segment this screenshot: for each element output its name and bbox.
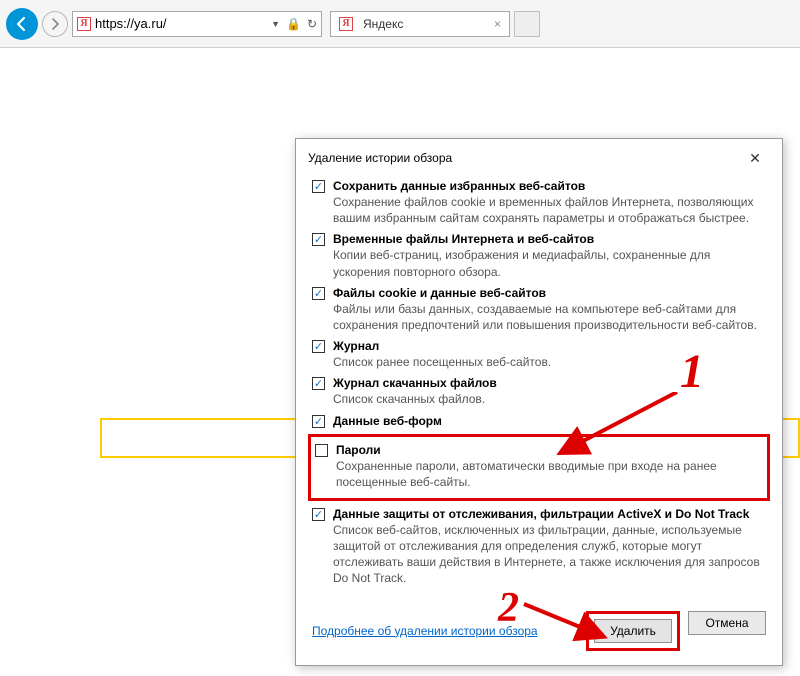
url-text: https://ya.ru/ [95, 16, 271, 31]
option-tracking-protection: Данные защиты от отслеживания, фильтраци… [312, 507, 766, 587]
option-preserve-favorites: Сохранить данные избранных веб-сайтов Со… [312, 179, 766, 226]
option-cookies: Файлы cookie и данные веб-сайтов Файлы и… [312, 286, 766, 333]
dropdown-icon[interactable]: ▼ [271, 19, 280, 29]
annotation-arrow-2 [522, 602, 612, 642]
new-tab-button[interactable] [514, 11, 540, 37]
browser-toolbar: Я https://ya.ru/ ▼ 🔒 ↻ Я Яндекс × [0, 0, 800, 48]
option-title: Данные веб-форм [333, 414, 766, 428]
refresh-icon[interactable]: ↻ [307, 17, 317, 31]
tab-title: Яндекс [363, 17, 488, 31]
option-temp-files: Временные файлы Интернета и веб-сайтов К… [312, 232, 766, 279]
address-bar[interactable]: Я https://ya.ru/ ▼ 🔒 ↻ [72, 11, 322, 37]
option-title: Временные файлы Интернета и веб-сайтов [333, 232, 766, 246]
option-desc: Сохранение файлов cookie и временных фай… [333, 194, 766, 226]
delete-history-dialog: Удаление истории обзора ✕ Сохранить данн… [295, 138, 783, 666]
browser-tab[interactable]: Я Яндекс × [330, 11, 510, 37]
dialog-title: Удаление истории обзора [308, 151, 452, 165]
checkbox-passwords[interactable] [315, 444, 328, 457]
option-desc: Файлы или базы данных, создаваемые на ко… [333, 301, 766, 333]
option-title: Сохранить данные избранных веб-сайтов [333, 179, 766, 193]
option-title: Пароли [336, 443, 763, 457]
site-favicon: Я [77, 17, 91, 31]
tab-close-icon[interactable]: × [494, 17, 501, 31]
tab-favicon: Я [339, 17, 353, 31]
annotation-arrow-1 [552, 392, 682, 472]
annotation-number-1: 1 [680, 344, 704, 399]
option-desc: Сохраненные пароли, автоматически вводим… [336, 458, 763, 490]
checkbox-tracking-protection[interactable] [312, 508, 325, 521]
checkbox-cookies[interactable] [312, 287, 325, 300]
annotation-number-2: 2 [498, 584, 519, 632]
option-form-data: Данные веб-форм [312, 414, 766, 428]
checkbox-form-data[interactable] [312, 415, 325, 428]
address-icons: ▼ 🔒 ↻ [271, 17, 317, 31]
checkbox-download-history[interactable] [312, 377, 325, 390]
option-desc: Список веб-сайтов, исключенных из фильтр… [333, 522, 766, 587]
dialog-close-button[interactable]: ✕ [740, 147, 770, 169]
option-passwords: Пароли Сохраненные пароли, автоматически… [315, 443, 763, 490]
lock-icon: 🔒 [286, 17, 301, 31]
cancel-button[interactable]: Отмена [688, 611, 766, 635]
forward-button[interactable] [42, 11, 68, 37]
checkbox-temp-files[interactable] [312, 233, 325, 246]
option-title: Данные защиты от отслеживания, фильтраци… [333, 507, 766, 521]
option-title: Файлы cookie и данные веб-сайтов [333, 286, 766, 300]
option-desc: Копии веб-страниц, изображения и медиафа… [333, 247, 766, 279]
checkbox-preserve-favorites[interactable] [312, 180, 325, 193]
dialog-body: Сохранить данные избранных веб-сайтов Со… [296, 175, 782, 601]
checkbox-history[interactable] [312, 340, 325, 353]
dialog-titlebar: Удаление истории обзора ✕ [296, 139, 782, 175]
annotation-highlight-1: Пароли Сохраненные пароли, автоматически… [308, 434, 770, 501]
back-button[interactable] [6, 8, 38, 40]
